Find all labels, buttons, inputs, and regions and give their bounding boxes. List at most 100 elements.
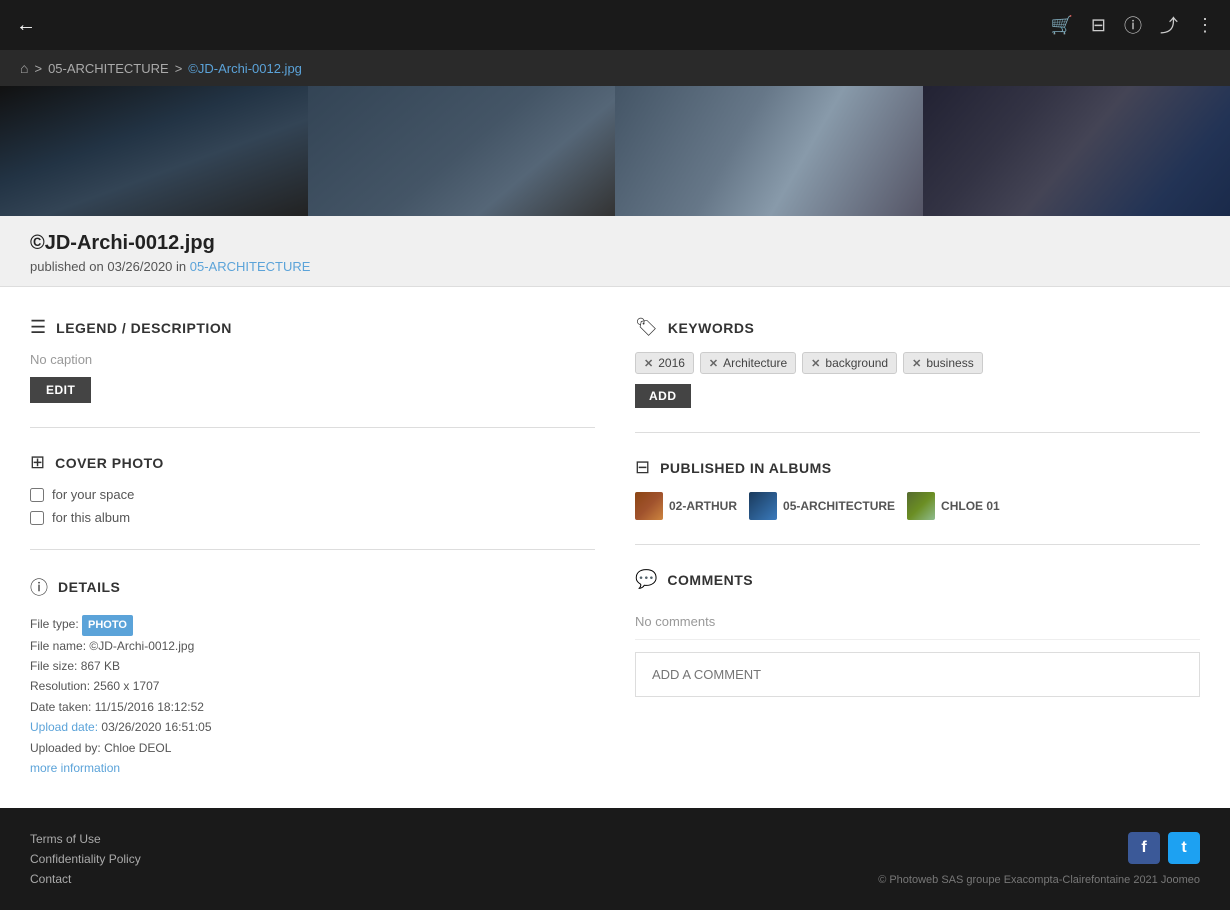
cover-photo-options: for your space for this album xyxy=(30,487,595,525)
uploaded-by-row: Uploaded by: Chloe DEOL xyxy=(30,738,595,758)
details-title: DETAILS xyxy=(58,579,120,595)
albums-list: 02-ARTHUR 05-ARCHITECTURE CHLOE 01 xyxy=(635,492,1200,520)
date-taken-label: Date taken: xyxy=(30,700,91,714)
file-name-value: ©JD-Archi-0012.jpg xyxy=(89,639,194,653)
albums-title: PUBLISHED IN ALBUMS xyxy=(660,460,832,476)
page-title: ©JD-Archi-0012.jpg xyxy=(30,232,1200,255)
info-circle-icon: ⓘ xyxy=(30,574,48,600)
display-icon[interactable]: ⊟ xyxy=(1091,15,1106,36)
more-info-row[interactable]: more information xyxy=(30,758,595,778)
albums-section-header: ⊟ PUBLISHED IN ALBUMS xyxy=(635,457,1200,478)
add-keyword-button[interactable]: ADD xyxy=(635,384,691,408)
uploaded-by-value: Chloe DEOL xyxy=(104,741,171,755)
footer: Terms of Use Confidentiality Policy Contac… xyxy=(0,808,1230,910)
tag-icon: 🏷 xyxy=(635,317,658,338)
date-taken-value: 11/15/2016 18:12:52 xyxy=(95,700,204,714)
breadcrumb-folder: 05-ARCHITECTURE xyxy=(48,61,169,76)
more-icon[interactable]: ⋮ xyxy=(1196,15,1214,36)
albums-container: 02-ARTHUR 05-ARCHITECTURE CHLOE 01 xyxy=(635,492,1200,520)
footer-links: Terms of Use Confidentiality Policy Contac… xyxy=(30,832,141,886)
legend-title: LEGEND / DESCRIPTION xyxy=(56,320,232,336)
album-thumbnail xyxy=(749,492,777,520)
file-type-row: File type: PHOTO xyxy=(30,614,595,636)
cover-photo-section-header: ⊞ COVER PHOTO xyxy=(30,452,595,473)
upload-date-label: Upload date: xyxy=(30,720,98,734)
left-column: ☰ LEGEND / DESCRIPTION No caption EDIT ⊞… xyxy=(30,317,595,778)
details-content: File type: PHOTO File name: ©JD-Archi-00… xyxy=(30,614,595,778)
keyword-tag: ✕2016 xyxy=(635,352,694,374)
keyword-tags: ✕2016✕Architecture✕background✕business xyxy=(635,352,1200,374)
comment-icon: 💬 xyxy=(635,569,657,590)
uploaded-by-label: Uploaded by: xyxy=(30,741,101,755)
info-icon[interactable]: ⓘ xyxy=(1124,12,1142,38)
file-type-label: File type: xyxy=(30,617,79,631)
add-comment-input[interactable] xyxy=(635,652,1200,697)
more-info-link[interactable]: more information xyxy=(30,761,120,775)
home-icon[interactable]: ⌂ xyxy=(20,60,28,76)
breadcrumb-file[interactable]: ©JD-Archi-0012.jpg xyxy=(188,61,302,76)
cart-icon[interactable]: 🛒 xyxy=(1050,15,1072,36)
hero-image xyxy=(0,86,1230,216)
cover-album-checkbox[interactable] xyxy=(30,511,44,525)
comments-title: COMMENTS xyxy=(667,572,753,588)
share-icon[interactable]: ⤴ xyxy=(1160,12,1178,38)
legend-section-header: ☰ LEGEND / DESCRIPTION xyxy=(30,317,595,338)
album-thumbnail xyxy=(635,492,663,520)
breadcrumb-sep1: > xyxy=(34,61,42,76)
twitter-button[interactable]: t xyxy=(1168,832,1200,864)
right-column: 🏷 KEYWORDS ✕2016✕Architecture✕background… xyxy=(635,317,1200,778)
back-button[interactable]: ← xyxy=(16,14,36,37)
footer-link[interactable]: Confidentiality Policy xyxy=(30,852,141,866)
keywords-title: KEYWORDS xyxy=(668,320,754,336)
keyword-remove-button[interactable]: ✕ xyxy=(709,357,718,370)
footer-right: f t © Photoweb SAS groupe Exacompta-Clai… xyxy=(878,832,1200,886)
edit-button[interactable]: EDIT xyxy=(30,377,91,403)
no-comments-text: No comments xyxy=(635,604,1200,640)
title-area: ©JD-Archi-0012.jpg published on 03/26/20… xyxy=(0,216,1230,287)
album-thumbnail xyxy=(907,492,935,520)
cover-photo-title: COVER PHOTO xyxy=(55,455,164,471)
comments-container: No comments xyxy=(635,604,1200,697)
keyword-remove-button[interactable]: ✕ xyxy=(811,357,820,370)
details-section-header: ⓘ DETAILS xyxy=(30,574,595,600)
cover-option-album: for this album xyxy=(30,510,595,525)
list-icon: ☰ xyxy=(30,317,46,338)
albums-icon: ⊟ xyxy=(635,457,650,478)
date-taken-row: Date taken: 11/15/2016 18:12:52 xyxy=(30,697,595,717)
file-name-label: File name: xyxy=(30,639,86,653)
upload-date-value: 03/26/2020 16:51:05 xyxy=(101,720,211,734)
album-name: 02-ARTHUR xyxy=(669,499,737,513)
album-item[interactable]: 05-ARCHITECTURE xyxy=(749,492,895,520)
footer-link[interactable]: Contact xyxy=(30,872,141,886)
file-name-row: File name: ©JD-Archi-0012.jpg xyxy=(30,636,595,656)
resolution-value: 2560 x 1707 xyxy=(93,679,159,693)
cover-option-space: for your space xyxy=(30,487,595,502)
cover-space-checkbox[interactable] xyxy=(30,488,44,502)
resolution-label: Resolution: xyxy=(30,679,90,693)
album-item[interactable]: 02-ARTHUR xyxy=(635,492,737,520)
album-link[interactable]: 05-ARCHITECTURE xyxy=(190,259,311,274)
resolution-row: Resolution: 2560 x 1707 xyxy=(30,676,595,696)
breadcrumb: ⌂ > 05-ARCHITECTURE > ©JD-Archi-0012.jpg xyxy=(0,50,1230,86)
file-size-row: File size: 867 KB xyxy=(30,656,595,676)
facebook-button[interactable]: f xyxy=(1128,832,1160,864)
comments-section-header: 💬 COMMENTS xyxy=(635,569,1200,590)
file-type-badge: PHOTO xyxy=(82,615,133,636)
keyword-remove-button[interactable]: ✕ xyxy=(644,357,653,370)
subtitle: published on 03/26/2020 in 05-ARCHITECTU… xyxy=(30,259,1200,274)
footer-copyright: © Photoweb SAS groupe Exacompta-Clairefo… xyxy=(878,874,1200,886)
top-navigation: ← 🛒 ⊟ ⓘ ⤴ ⋮ xyxy=(0,0,1230,50)
keyword-remove-button[interactable]: ✕ xyxy=(912,357,921,370)
image-icon: ⊞ xyxy=(30,452,45,473)
album-item[interactable]: CHLOE 01 xyxy=(907,492,1000,520)
file-size-label: File size: xyxy=(30,659,77,673)
footer-social: f t xyxy=(1128,832,1200,864)
file-size-value: 867 KB xyxy=(81,659,120,673)
footer-link[interactable]: Terms of Use xyxy=(30,832,141,846)
album-name: CHLOE 01 xyxy=(941,499,1000,513)
keyword-tag: ✕business xyxy=(903,352,983,374)
album-name: 05-ARCHITECTURE xyxy=(783,499,895,513)
main-content: ☰ LEGEND / DESCRIPTION No caption EDIT ⊞… xyxy=(0,287,1230,808)
cover-space-label: for your space xyxy=(52,487,134,502)
keywords-section-header: 🏷 KEYWORDS xyxy=(635,317,1200,338)
